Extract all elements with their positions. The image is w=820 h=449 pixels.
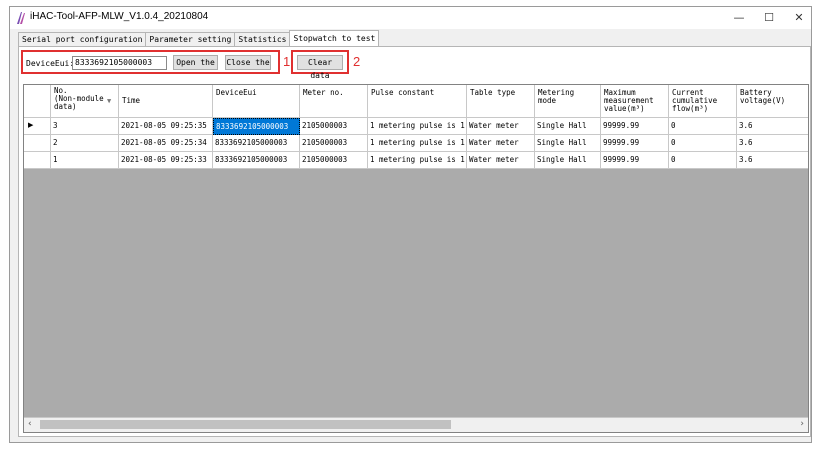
cell-deviceeui[interactable]: 8333692105000003 <box>213 118 300 135</box>
cell-no[interactable]: 3 <box>51 118 119 135</box>
cell-table-type[interactable]: Water meter <box>467 118 535 135</box>
cell-deviceeui[interactable]: 8333692105000003 <box>213 135 300 152</box>
cell-metering-mode[interactable]: Single Hall <box>535 152 601 169</box>
current-row-icon: ▶ <box>28 121 34 129</box>
cell-battery-voltage[interactable]: 3.6 <box>737 118 808 135</box>
cell-cumulative-flow[interactable]: 0 <box>669 118 737 135</box>
app-logo-icon <box>17 12 25 24</box>
callout-number-1: 1 <box>283 54 291 69</box>
cell-time[interactable]: 2021-08-05 09:25:33 <box>119 152 213 169</box>
cell-max-measurement[interactable]: 99999.99 <box>601 118 669 135</box>
cell-cumulative-flow[interactable]: 0 <box>669 135 737 152</box>
cell-cumulative-flow[interactable]: 0 <box>669 152 737 169</box>
cell-metering-mode[interactable]: Single Hall <box>535 135 601 152</box>
cell-time[interactable]: 2021-08-05 09:25:35 <box>119 118 213 135</box>
cell-table-type[interactable]: Water meter <box>467 152 535 169</box>
column-header-pulse-constant[interactable]: Pulse constant <box>368 85 467 118</box>
app-window: iHAC-Tool-AFP-MLW_V1.0.4_20210804 — ☐ ✕ … <box>9 6 812 443</box>
title-bar[interactable]: iHAC-Tool-AFP-MLW_V1.0.4_20210804 — ☐ ✕ <box>10 7 811 29</box>
minimize-button[interactable]: — <box>729 10 749 26</box>
cell-pulse-constant[interactable]: 1 metering pulse is 1... <box>368 135 467 152</box>
scroll-left-icon[interactable]: ‹ <box>28 419 32 429</box>
column-header-cumulative-flow[interactable]: Current cumulative flow(m³) <box>669 85 737 118</box>
sort-descending-icon: ▼ <box>107 97 112 105</box>
cell-meter-no[interactable]: 2105000003 <box>300 152 368 169</box>
tab-serial-port-configuration[interactable]: Serial port configuration <box>18 32 147 46</box>
column-header-metering-mode[interactable]: Metering mode <box>535 85 601 118</box>
cell-no[interactable]: 1 <box>51 152 119 169</box>
clear-data-button[interactable]: Clear data <box>297 55 343 80</box>
column-header-table-type[interactable]: Table type <box>467 85 535 118</box>
window-title: iHAC-Tool-AFP-MLW_V1.0.4_20210804 <box>30 11 209 22</box>
cell-table-type[interactable]: Water meter <box>467 135 535 152</box>
cell-max-measurement[interactable]: 99999.99 <box>601 135 669 152</box>
column-header-battery-voltage[interactable]: Battery voltage(V) <box>737 85 808 118</box>
scrollbar-thumb[interactable] <box>40 420 451 429</box>
column-header-deviceeui[interactable]: DeviceEui <box>213 85 300 118</box>
horizontal-scrollbar[interactable]: ‹ › <box>24 417 808 432</box>
grid-corner-header[interactable] <box>24 85 51 118</box>
close-button[interactable]: Close the <box>225 55 271 70</box>
deviceeui-label: DeviceEui: <box>26 59 75 68</box>
column-header-time[interactable]: Time <box>119 85 213 118</box>
tab-stopwatch-to-test[interactable]: Stopwatch to test <box>289 30 380 46</box>
cell-pulse-constant[interactable]: 1 metering pulse is 1... <box>368 152 467 169</box>
tab-statistics[interactable]: Statistics <box>234 32 291 46</box>
cell-meter-no[interactable]: 2105000003 <box>300 135 368 152</box>
cell-metering-mode[interactable]: Single Hall <box>535 118 601 135</box>
callout-number-2: 2 <box>353 54 361 69</box>
cell-max-measurement[interactable]: 99999.99 <box>601 152 669 169</box>
cell-pulse-constant[interactable]: 1 metering pulse is 1... <box>368 118 467 135</box>
tab-parameter-setting[interactable]: Parameter setting <box>145 32 236 46</box>
column-header-max-measurement[interactable]: Maximum measurement value(m³) <box>601 85 669 118</box>
row-header[interactable] <box>24 152 51 169</box>
scroll-right-icon[interactable]: › <box>800 419 804 429</box>
cell-time[interactable]: 2021-08-05 09:25:34 <box>119 135 213 152</box>
cell-battery-voltage[interactable]: 3.6 <box>737 135 808 152</box>
cell-battery-voltage[interactable]: 3.6 <box>737 152 808 169</box>
cell-meter-no[interactable]: 2105000003 <box>300 118 368 135</box>
tab-strip: Serial port configuration Parameter sett… <box>18 30 380 46</box>
column-header-meter-no[interactable]: Meter no. <box>300 85 368 118</box>
data-grid[interactable]: No. (Non-module data) ▼ Time DeviceEui Meter… <box>23 84 809 433</box>
maximize-button[interactable]: ☐ <box>759 10 779 26</box>
open-button[interactable]: Open the <box>173 55 218 70</box>
close-window-button[interactable]: ✕ <box>789 10 809 26</box>
row-header[interactable] <box>24 135 51 152</box>
deviceeui-input[interactable]: 8333692105000003 <box>72 56 167 70</box>
row-header[interactable]: ▶ <box>24 118 51 135</box>
cell-no[interactable]: 2 <box>51 135 119 152</box>
cell-deviceeui[interactable]: 8333692105000003 <box>213 152 300 169</box>
